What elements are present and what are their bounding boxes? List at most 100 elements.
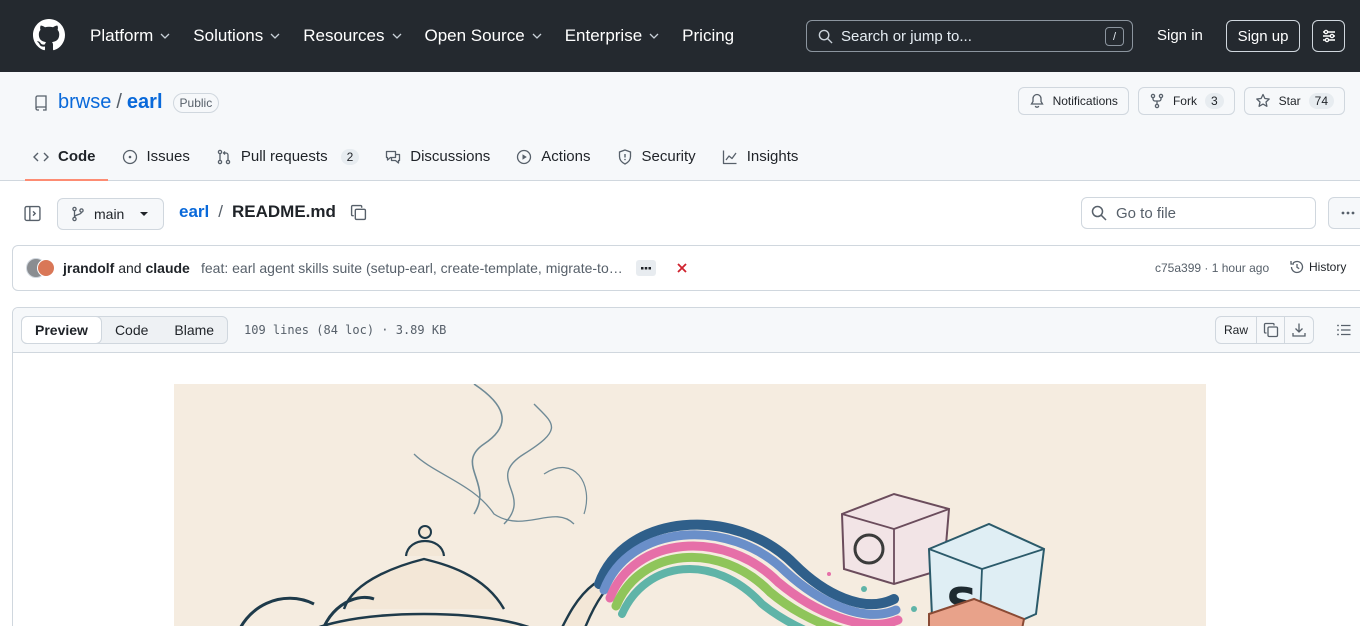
nav-label: Platform [90, 26, 154, 45]
graph-icon [722, 150, 737, 165]
go-to-file-placeholder: Go to file [1116, 204, 1177, 222]
history-link[interactable]: History [1289, 259, 1346, 275]
file-breadcrumb: earl / README.md [179, 202, 367, 222]
keyboard-shortcut-hint: / [1105, 27, 1124, 46]
nav-label: Solutions [193, 26, 264, 45]
tab-label: Security [641, 148, 696, 165]
file-info: 109 lines (84 loc) · 3.89 KB [244, 323, 447, 337]
nav-open-source[interactable]: Open Source [425, 26, 543, 46]
view-mode-toggle: Preview Code Blame [21, 316, 229, 344]
repo-nav-tabs: Code Issues Pull requests 2 Discussions … [25, 137, 824, 181]
branch-selector[interactable]: main [57, 198, 164, 230]
file-viewer: Preview Code Blame 109 lines (84 loc) · … [12, 307, 1360, 626]
code-view-tab[interactable]: Code [102, 317, 161, 343]
commit-meta: c75a399 · 1 hour ago [1155, 261, 1269, 275]
copy-raw-button[interactable] [1257, 317, 1286, 343]
tab-security[interactable]: Security [617, 137, 696, 181]
fork-count: 3 [1204, 93, 1224, 109]
sign-up-button[interactable]: Sign up [1226, 20, 1300, 52]
ellipsis-icon [641, 267, 651, 270]
search-icon [818, 29, 833, 44]
more-options-button[interactable] [1328, 197, 1360, 229]
branch-name: main [94, 206, 125, 222]
tab-label: Code [58, 148, 96, 165]
raw-button-group: Raw [1215, 316, 1315, 344]
pull-request-icon [217, 149, 231, 165]
repo-owner-link[interactable]: brwse [58, 91, 111, 114]
commit-avatars[interactable] [26, 258, 56, 278]
latest-commit-box: jrandolf and claude feat: earl agent ski… [12, 245, 1360, 291]
play-icon [517, 149, 532, 165]
github-logo-icon[interactable] [33, 19, 65, 51]
preview-tab[interactable]: Preview [21, 316, 102, 344]
kebab-horizontal-icon [1341, 211, 1355, 215]
primary-nav: Platform Solutions Resources Open Source… [90, 0, 756, 72]
nav-label: Resources [303, 26, 385, 45]
tab-issues[interactable]: Issues [122, 137, 190, 181]
chevron-down-icon [270, 33, 280, 39]
repo-name-link[interactable]: earl [127, 91, 163, 114]
nav-resources[interactable]: Resources [303, 26, 402, 46]
go-to-file-input[interactable]: Go to file [1081, 197, 1316, 229]
fork-button[interactable]: Fork 3 [1137, 87, 1235, 115]
blame-tab[interactable]: Blame [161, 317, 227, 343]
commit-sha-link[interactable]: c75a399 [1155, 261, 1201, 275]
teapot-illustration: S [239, 384, 1046, 626]
sign-in-link[interactable]: Sign in [1157, 27, 1203, 44]
tab-code[interactable]: Code [25, 137, 107, 181]
file-tools: Raw [1215, 316, 1358, 344]
file-viewer-header: Preview Code Blame 109 lines (84 loc) · … [13, 308, 1360, 353]
chevron-down-icon [649, 33, 659, 39]
commit-time: 1 hour ago [1211, 261, 1270, 275]
search-icon [1091, 205, 1107, 221]
readme-hero-image: S [174, 384, 1206, 626]
repo-icon [35, 94, 47, 111]
breadcrumb-repo-link[interactable]: earl [179, 202, 209, 222]
sliders-icon [1322, 29, 1335, 43]
search-placeholder: Search or jump to... [841, 27, 972, 45]
raw-button[interactable]: Raw [1216, 317, 1258, 343]
meta-separator: · [1204, 261, 1209, 275]
nav-solutions[interactable]: Solutions [193, 26, 281, 46]
tab-label: Pull requests [240, 148, 328, 165]
nav-label: Pricing [682, 26, 735, 45]
star-button[interactable]: Star 74 [1243, 87, 1345, 115]
tab-pull-requests[interactable]: Pull requests 2 [216, 137, 360, 181]
file-name: README.md [231, 202, 336, 221]
history-icon [1290, 260, 1304, 274]
notifications-label: Notifications [1052, 94, 1118, 108]
author-joiner: and [118, 260, 142, 276]
tab-insights[interactable]: Insights [722, 137, 799, 181]
history-label: History [1309, 260, 1347, 274]
tab-discussions[interactable]: Discussions [385, 137, 490, 181]
commit-message-link[interactable]: feat: earl agent skills suite (setup-ear… [201, 260, 625, 276]
outline-button[interactable] [1330, 316, 1358, 344]
star-label: Star [1278, 94, 1301, 108]
tab-label: Insights [746, 148, 799, 165]
author-link[interactable]: claude [145, 260, 189, 276]
nav-enterprise[interactable]: Enterprise [565, 26, 660, 46]
tab-label: Issues [146, 148, 190, 165]
download-button[interactable] [1285, 317, 1313, 343]
global-search-input[interactable]: Search or jump to... / [806, 20, 1133, 52]
list-unordered-icon [1337, 324, 1351, 336]
menu-button[interactable] [1312, 20, 1345, 52]
tab-actions[interactable]: Actions [516, 137, 591, 181]
nav-platform[interactable]: Platform [90, 26, 171, 46]
check-failed-icon[interactable] [674, 260, 690, 276]
nav-pricing[interactable]: Pricing [682, 26, 734, 46]
copy-path-icon[interactable] [350, 204, 367, 221]
copy-icon [1263, 322, 1278, 338]
notifications-button[interactable]: Notifications [1017, 87, 1129, 115]
shield-icon [618, 149, 631, 165]
fork-label: Fork [1172, 94, 1197, 108]
nav-label: Open Source [424, 26, 525, 45]
expand-commit-message-button[interactable] [636, 260, 656, 276]
visibility-badge: Public [172, 92, 220, 113]
sidebar-expand-icon[interactable] [24, 205, 41, 222]
chevron-down-icon [160, 33, 170, 39]
tab-label: Actions [541, 148, 591, 165]
branch-icon [72, 206, 84, 222]
repo-title: brwse / earl Public [33, 91, 220, 114]
author-link[interactable]: jrandolf [63, 260, 114, 276]
